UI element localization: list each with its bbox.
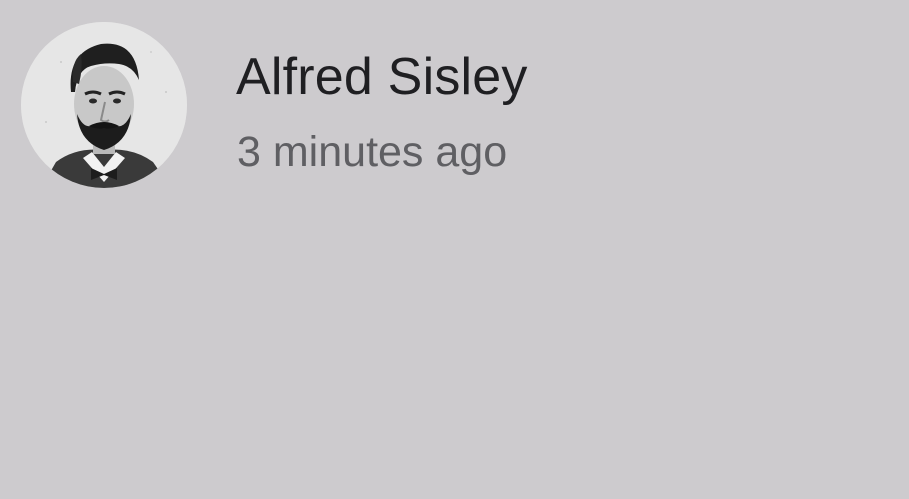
- post-header-card: Alfred Sisley 3 minutes ago: [0, 0, 909, 499]
- author-avatar[interactable]: [21, 22, 187, 188]
- portrait-avatar-icon: [21, 22, 187, 188]
- author-name[interactable]: Alfred Sisley: [236, 51, 528, 103]
- post-timestamp: 3 minutes ago: [237, 128, 508, 176]
